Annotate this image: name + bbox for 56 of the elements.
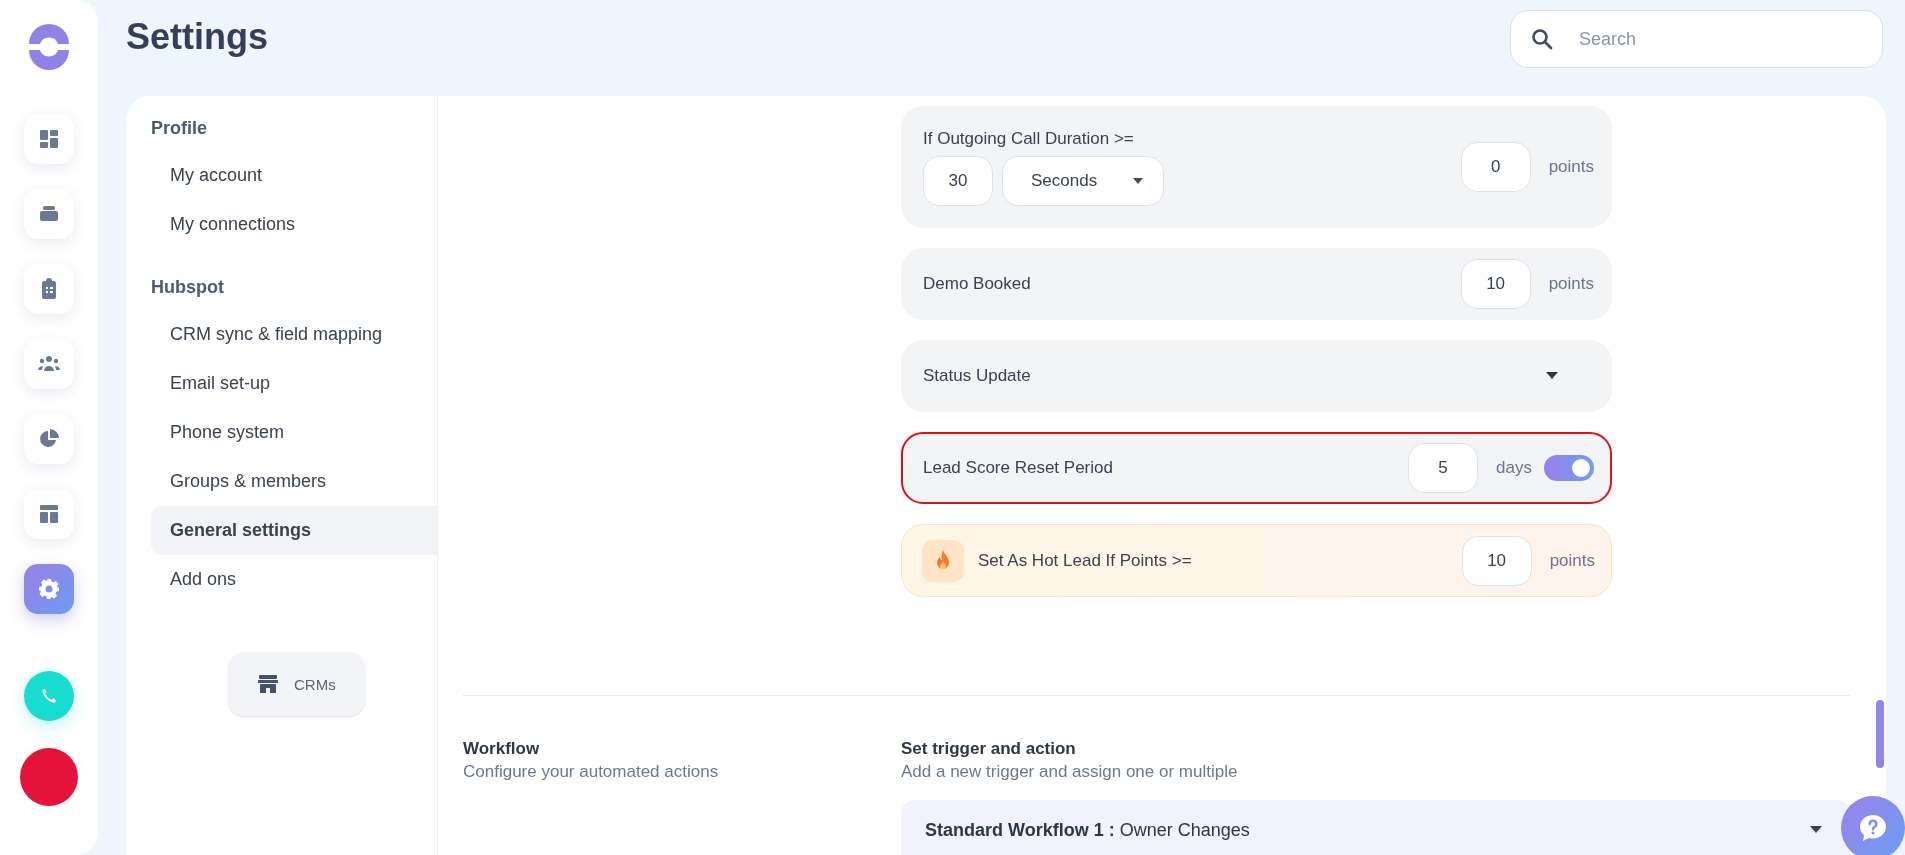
setting-dropdown[interactable]: Status Update (901, 340, 1612, 412)
unit-label: points (1548, 274, 1594, 294)
setting-label: Status Update (923, 366, 1031, 386)
section-subtitle: Add a new trigger and assign one or multiple (901, 762, 1239, 782)
unit-dropdown[interactable]: Seconds (1002, 155, 1164, 206)
settings-nav-item[interactable]: Phone system (151, 408, 437, 457)
page-title: Settings (126, 16, 268, 58)
section-subtitle: Configure your automated actions (463, 762, 720, 782)
section-title: Workflow (463, 739, 541, 759)
nav-button[interactable] (24, 189, 74, 239)
nav-button[interactable] (24, 489, 74, 539)
nav-button[interactable] (24, 114, 74, 164)
search-icon (1530, 27, 1554, 51)
setting-label: Demo Booked (923, 274, 1031, 294)
settings-nav-item[interactable]: My connections (151, 200, 437, 249)
duration-field[interactable]: 30 (923, 155, 993, 206)
settings-nav-item[interactable]: Groups & members (151, 457, 437, 506)
section-title: Set trigger and action (901, 739, 1077, 759)
nav-button[interactable] (24, 264, 74, 314)
settings-icon (37, 577, 61, 601)
settings-nav-item[interactable]: My account (151, 151, 437, 200)
crms-button[interactable]: CRMs (228, 652, 365, 716)
scrollbar-thumb[interactable] (1876, 700, 1884, 768)
workflow-dropdown[interactable]: Standard Workflow 1 : Owner Changes (901, 800, 1850, 855)
nav-button[interactable] (24, 339, 74, 389)
toggle-switch[interactable] (1544, 455, 1594, 481)
points-field[interactable]: 10 (1460, 259, 1531, 309)
caret-icon (1546, 372, 1558, 380)
nav-button[interactable] (24, 414, 74, 464)
caret-icon (1133, 177, 1143, 184)
unit-label: days (1496, 458, 1532, 478)
help-icon (1857, 812, 1889, 844)
phone-icon (39, 686, 59, 706)
avatar[interactable] (20, 748, 78, 806)
setting-label: Set As Hot Lead If Points >= (978, 550, 1192, 571)
caret-icon (1810, 826, 1822, 834)
settings-nav-item[interactable]: CRM sync & field mapping (151, 310, 437, 359)
setting-label: Lead Score Reset Period (923, 458, 1113, 478)
store-icon (256, 672, 280, 696)
days-field[interactable]: 5 (1408, 443, 1479, 493)
settings-nav-item[interactable]: Email set-up (151, 359, 437, 408)
points-field[interactable]: 10 (1461, 535, 1532, 586)
section-heading: Profile (151, 118, 208, 140)
points-field[interactable]: 0 (1460, 142, 1531, 192)
dashboard-icon (37, 127, 61, 151)
unit-label: points (1548, 157, 1594, 177)
setting-label: If Outgoing Call Duration >= (923, 128, 1135, 149)
settings-nav-item[interactable]: General settings (151, 506, 437, 555)
section-heading: Hubspot (151, 277, 225, 299)
search-field[interactable]: Search (1510, 10, 1883, 68)
settings-nav-item[interactable]: Add ons (151, 555, 437, 604)
workflow-name: Standard Workflow 1 : Owner Changes (925, 819, 1250, 841)
help-button[interactable] (1841, 796, 1905, 855)
nav-button[interactable] (24, 564, 74, 614)
unit-label: points (1549, 550, 1595, 571)
layout-icon (37, 502, 61, 526)
